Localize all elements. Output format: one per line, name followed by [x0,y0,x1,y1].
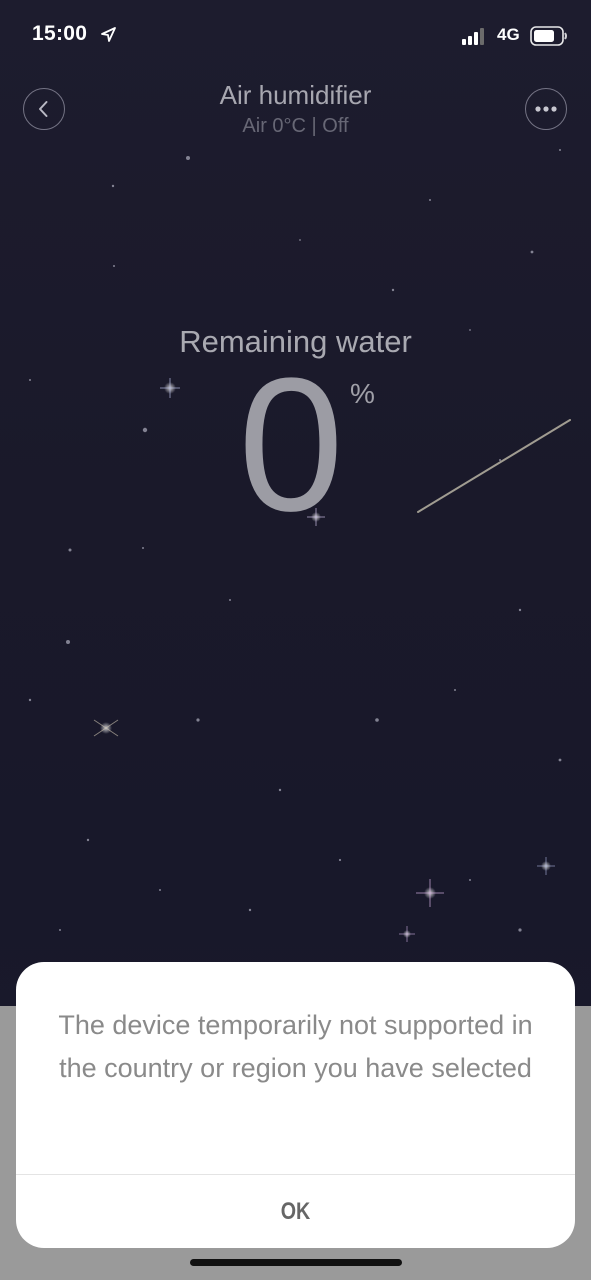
back-button[interactable] [23,88,65,130]
location-arrow-icon [100,26,117,43]
status-bar: 15:00 4G [0,0,591,72]
status-time: 15:00 [32,22,88,45]
more-dots-icon [535,106,557,112]
chevron-left-icon [39,101,48,117]
ok-button[interactable]: OK [66,1175,524,1248]
shooting-star [417,419,571,513]
network-type: 4G [497,25,520,44]
signal-bars-icon [462,27,490,45]
device-status-subtitle: Air 0°C | Off [242,115,349,137]
more-options-button[interactable] [525,88,567,130]
region-unsupported-dialog: The device temporarily not supported in … [16,962,575,1248]
dialog-message: The device temporarily not supported in … [58,1010,533,1083]
remaining-water-unit: % [350,378,375,409]
device-title: Air humidifier [219,80,372,110]
device-screen: 15:00 4G Air humidifier Air 0°C | Off Re… [0,0,591,1280]
home-indicator[interactable] [190,1259,402,1266]
battery-icon [530,26,568,46]
